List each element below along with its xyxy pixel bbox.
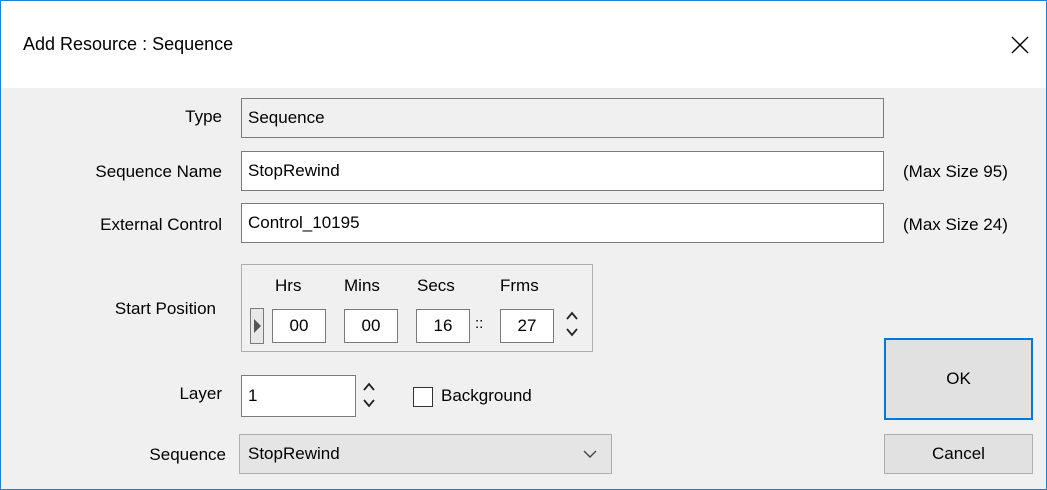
spin-up-icon[interactable] xyxy=(563,306,581,324)
timecode-spinner[interactable] xyxy=(563,306,581,342)
ok-button[interactable]: OK xyxy=(884,338,1033,420)
title-bar: Add Resource : Sequence xyxy=(1,1,1046,88)
frames-input[interactable]: 27 xyxy=(500,309,554,343)
external-control-label: External Control xyxy=(100,215,222,234)
hours-input[interactable]: 00 xyxy=(272,309,326,343)
add-resource-dialog: Add Resource : Sequence Type Sequence Se… xyxy=(0,0,1047,490)
close-button[interactable] xyxy=(1000,27,1040,63)
cancel-button-label: Cancel xyxy=(932,444,985,463)
frms-header: Frms xyxy=(500,276,539,295)
external-control-input[interactable]: Control_10195 xyxy=(241,203,884,243)
spin-down-icon[interactable] xyxy=(360,395,378,413)
type-label: Type xyxy=(185,107,222,126)
sequence-select-value: StopRewind xyxy=(248,444,340,463)
chevron-down-icon xyxy=(583,450,597,458)
sequence-name-input[interactable]: StopRewind xyxy=(241,151,884,191)
type-field: Sequence xyxy=(241,98,884,138)
play-marker-icon xyxy=(254,319,261,333)
spin-down-icon[interactable] xyxy=(563,324,581,342)
sequence-name-label: Sequence Name xyxy=(95,162,222,181)
start-position-label: Start Position xyxy=(114,299,216,318)
minutes-input[interactable]: 00 xyxy=(344,309,398,343)
window-title: Add Resource : Sequence xyxy=(23,34,234,54)
layer-spinner[interactable] xyxy=(360,377,378,413)
play-marker xyxy=(250,308,264,344)
cancel-button[interactable]: Cancel xyxy=(884,434,1033,474)
mins-header: Mins xyxy=(344,276,380,295)
ok-button-label: OK xyxy=(946,369,971,388)
background-label[interactable]: Background xyxy=(441,386,532,406)
layer-label: Layer xyxy=(179,384,222,403)
sequence-name-hint: (Max Size 95) xyxy=(903,162,1008,181)
secs-header: Secs xyxy=(417,276,455,295)
spin-up-icon[interactable] xyxy=(360,377,378,395)
external-control-hint: (Max Size 24) xyxy=(903,215,1008,234)
layer-input[interactable]: 1 xyxy=(241,375,356,417)
close-icon xyxy=(1011,36,1029,54)
seconds-input[interactable]: 16 xyxy=(416,309,470,343)
sequence-select[interactable]: StopRewind xyxy=(239,434,612,474)
hrs-header: Hrs xyxy=(275,276,302,295)
frame-separator: :: xyxy=(475,315,484,332)
sequence-label: Sequence xyxy=(149,445,226,464)
background-checkbox[interactable] xyxy=(413,387,433,407)
